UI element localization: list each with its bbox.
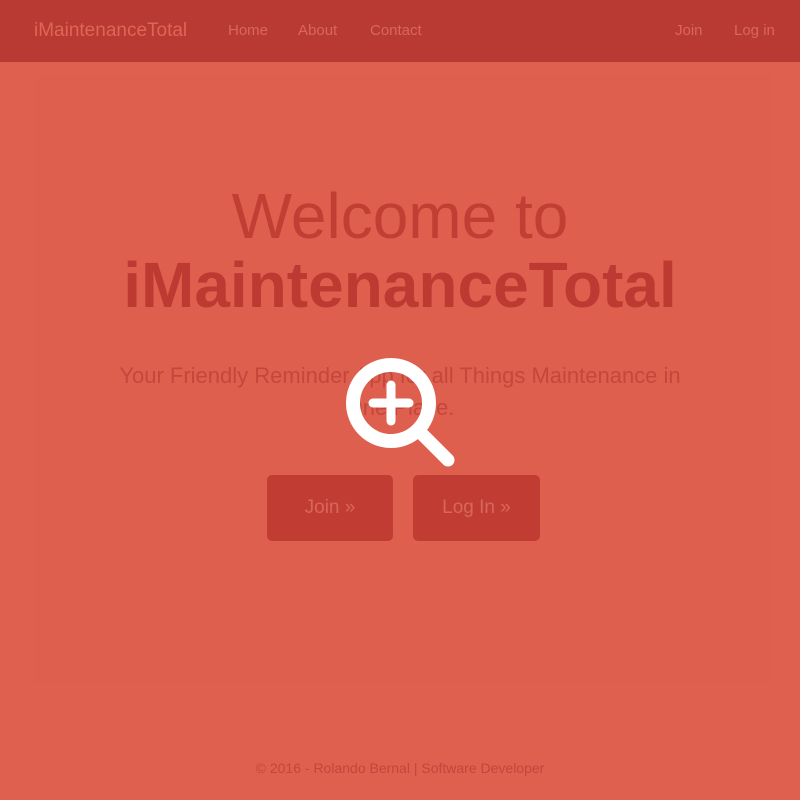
navbar: iMaintenanceTotal Home About Contact Joi… bbox=[0, 0, 800, 62]
zoom-in-icon[interactable] bbox=[340, 352, 464, 476]
brand-link[interactable]: iMaintenanceTotal bbox=[34, 0, 187, 62]
nav-link-login[interactable]: Log in bbox=[734, 0, 775, 62]
nav-link-contact[interactable]: Contact bbox=[370, 0, 422, 62]
join-button[interactable]: Join » bbox=[267, 475, 393, 541]
footer-text: © 2016 - Rolando Bernal | Software Devel… bbox=[255, 760, 545, 776]
nav-link-about[interactable]: About bbox=[298, 0, 337, 62]
nav-link-home[interactable]: Home bbox=[228, 0, 268, 62]
nav-link-join[interactable]: Join bbox=[675, 0, 703, 62]
hero-title-line2: iMaintenanceTotal bbox=[123, 249, 677, 321]
login-button[interactable]: Log In » bbox=[413, 475, 540, 541]
hero-title-line1: Welcome to bbox=[231, 180, 569, 252]
